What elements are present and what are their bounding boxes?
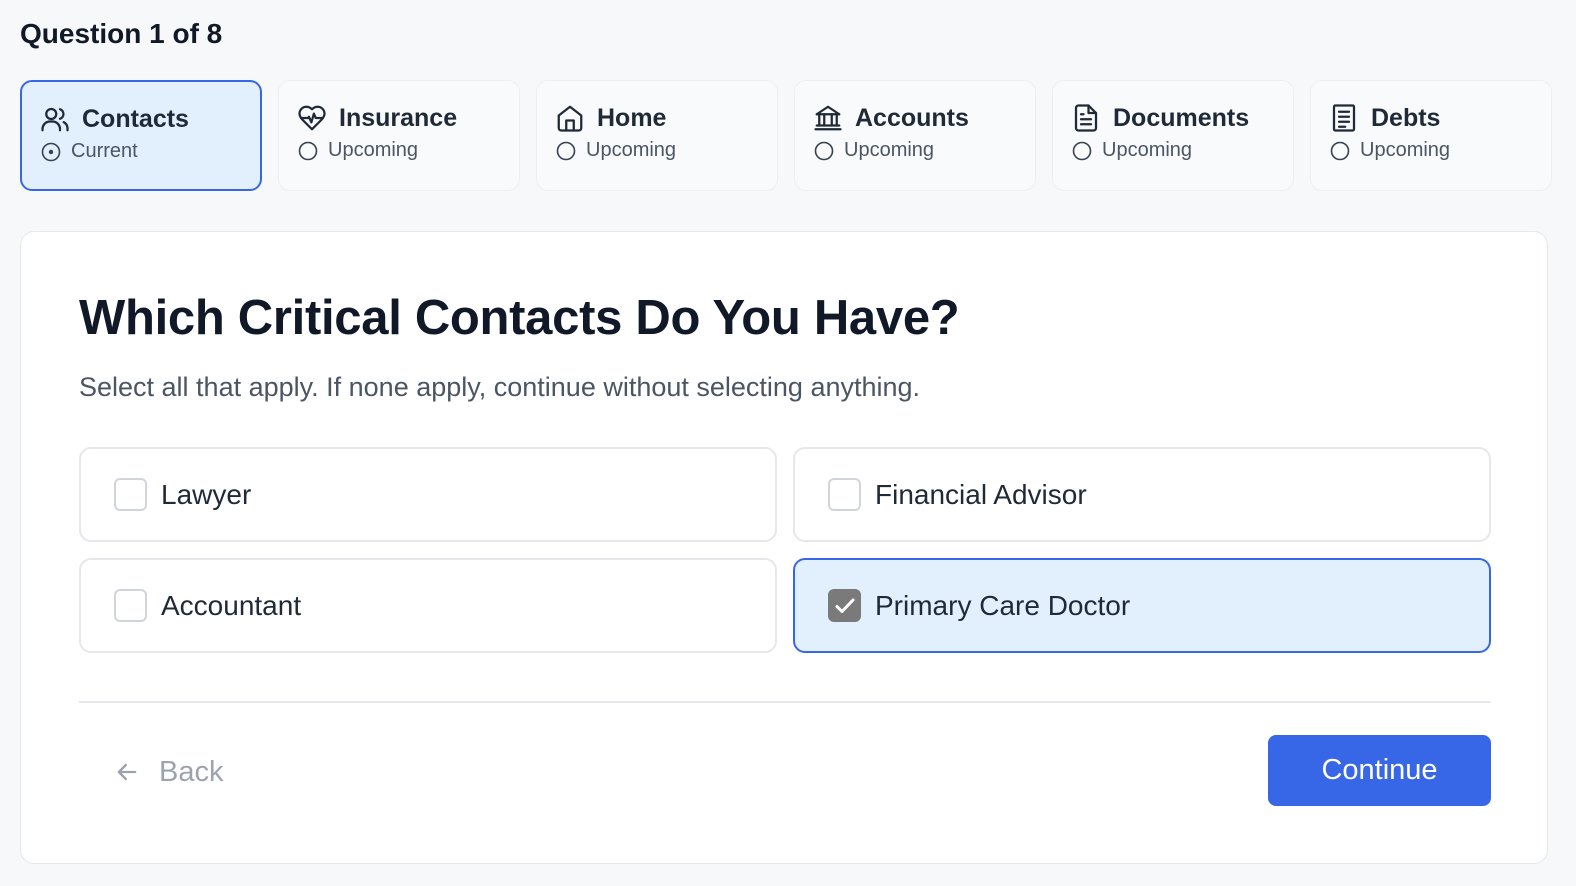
checkbox[interactable] (114, 478, 147, 511)
step-title: Contacts (82, 104, 189, 133)
step-status: Upcoming (1360, 139, 1451, 161)
option-primary-care-doctor[interactable]: Primary Care Doctor (793, 558, 1491, 653)
checkbox[interactable] (828, 478, 861, 511)
step-status: Upcoming (328, 139, 419, 161)
upcoming-status-icon (1072, 141, 1092, 161)
back-button[interactable]: Back (113, 747, 223, 797)
upcoming-status-icon (298, 141, 318, 161)
checkbox-checked[interactable] (828, 589, 861, 622)
upcoming-status-icon (1330, 141, 1350, 161)
option-label: Lawyer (161, 478, 252, 510)
option-label: Financial Advisor (875, 478, 1087, 510)
option-financial-advisor[interactable]: Financial Advisor (793, 447, 1491, 542)
step-contacts[interactable]: Contacts Current (20, 80, 262, 191)
step-home[interactable]: Home Upcoming (536, 80, 778, 191)
continue-button[interactable]: Continue (1268, 735, 1491, 806)
step-status: Current (71, 140, 138, 162)
step-documents[interactable]: Documents Upcoming (1052, 80, 1294, 191)
heart-pulse-icon (297, 103, 327, 133)
option-lawyer[interactable]: Lawyer (79, 447, 777, 542)
upcoming-status-icon (556, 141, 576, 161)
bank-icon (813, 103, 843, 133)
step-debts[interactable]: Debts Upcoming (1310, 80, 1552, 191)
step-status: Upcoming (586, 139, 677, 161)
check-icon (835, 598, 854, 613)
step-title: Debts (1371, 103, 1441, 132)
current-status-icon (41, 142, 61, 162)
checkbox[interactable] (114, 589, 147, 622)
divider (79, 701, 1491, 703)
receipt-icon (1329, 103, 1359, 133)
arrow-left-icon (117, 763, 137, 781)
step-status: Upcoming (844, 139, 935, 161)
option-label: Accountant (161, 589, 302, 621)
question-subtitle: Select all that apply. If none apply, co… (79, 372, 921, 402)
step-insurance[interactable]: Insurance Upcoming (278, 80, 520, 191)
upcoming-status-icon (814, 141, 834, 161)
back-label: Back (159, 755, 224, 788)
step-title: Insurance (339, 103, 458, 132)
option-accountant[interactable]: Accountant (79, 558, 777, 653)
step-title: Documents (1113, 103, 1250, 132)
step-tabs: Contacts Current Insurance Upcoming Home… (20, 80, 1552, 191)
users-icon (40, 104, 70, 134)
progress-label: Question 1 of 8 (20, 18, 223, 49)
step-accounts[interactable]: Accounts Upcoming (794, 80, 1036, 191)
step-title: Home (597, 103, 667, 132)
home-icon (555, 103, 585, 133)
question-title: Which Critical Contacts Do You Have? (79, 291, 960, 345)
question-card: Which Critical Contacts Do You Have? Sel… (20, 231, 1548, 864)
option-label: Primary Care Doctor (875, 589, 1131, 621)
document-icon (1071, 103, 1101, 133)
step-title: Accounts (855, 103, 969, 132)
step-status: Upcoming (1102, 139, 1193, 161)
